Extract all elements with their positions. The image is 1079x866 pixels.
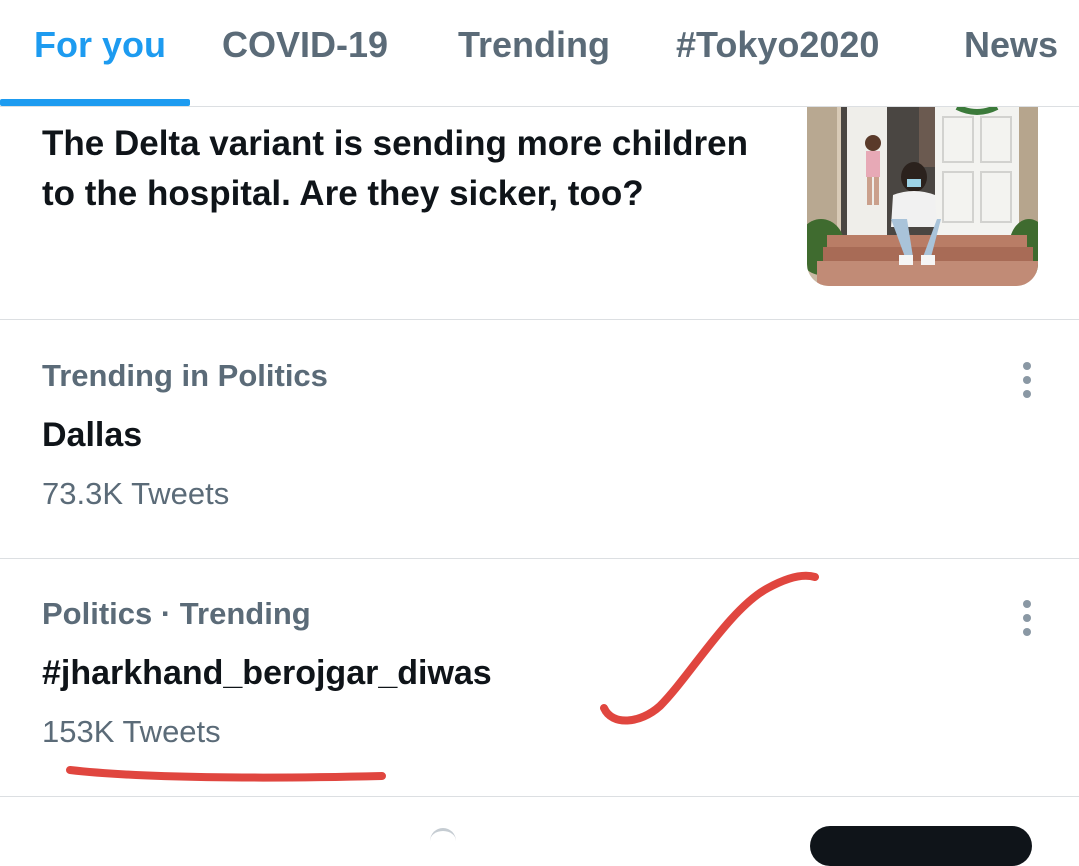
story-thumbnail[interactable] <box>807 107 1038 286</box>
active-tab-indicator <box>0 99 190 106</box>
more-vertical-icon[interactable] <box>1012 598 1042 638</box>
tab-trending[interactable]: Trending <box>458 24 610 66</box>
more-vertical-icon[interactable] <box>1012 360 1042 400</box>
tab-tokyo2020[interactable]: #Tokyo2020 <box>676 24 879 66</box>
trend-name[interactable]: Dallas <box>42 416 142 455</box>
story-photo-illustration <box>807 107 1038 286</box>
trend-item[interactable]: Trending in Politics Dallas 73.3K Tweets <box>0 320 1079 559</box>
tab-for-you[interactable]: For you <box>34 24 166 66</box>
trend-tweet-count: 73.3K Tweets <box>42 476 230 511</box>
trend-context: Politics · Trending <box>42 596 311 631</box>
trend-context: Trending in Politics <box>42 358 328 393</box>
explore-tabs: For you COVID-19 Trending #Tokyo2020 New… <box>0 0 1079 107</box>
trend-tweet-count: 153K Tweets <box>42 714 221 749</box>
trend-item[interactable]: Politics · Trending #jharkhand_berojgar_… <box>0 558 1079 797</box>
floating-button-partial[interactable] <box>810 826 1032 866</box>
tab-news[interactable]: News <box>964 24 1058 66</box>
story-headline[interactable]: The Delta variant is sending more childr… <box>42 119 782 219</box>
tab-covid-19[interactable]: COVID-19 <box>222 24 388 66</box>
trend-name[interactable]: #jharkhand_berojgar_diwas <box>42 654 492 693</box>
news-story-card[interactable]: The Delta variant is sending more childr… <box>0 107 1079 320</box>
